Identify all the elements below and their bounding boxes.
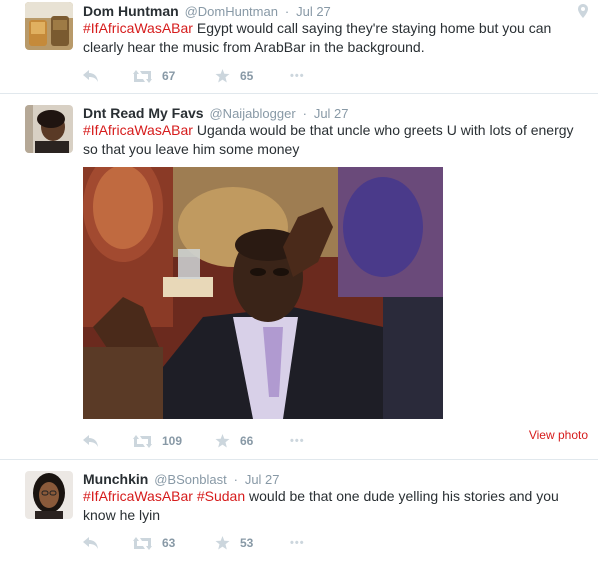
tweet-photo[interactable]	[83, 167, 443, 419]
username[interactable]: @BSonblast	[154, 472, 226, 487]
more-button[interactable]: •••	[290, 70, 305, 82]
reply-icon	[83, 435, 99, 447]
favorite-icon	[215, 536, 230, 550]
retweet-icon	[133, 536, 152, 550]
fullname[interactable]: Dom Huntman	[83, 3, 179, 19]
favorite-button[interactable]: 65	[215, 69, 253, 83]
reply-icon	[83, 537, 99, 549]
favorite-count: 53	[240, 536, 254, 550]
hashtag-link[interactable]: #IfAfricaWasABar	[83, 488, 193, 504]
more-button[interactable]: •••	[290, 435, 305, 447]
retweet-button[interactable]: 63	[133, 536, 175, 550]
timestamp[interactable]: Jul 27	[245, 472, 280, 487]
tweet[interactable]: Munchkin @BSonblast · Jul 27 #IfAfricaWa…	[0, 460, 598, 562]
fullname[interactable]: Munchkin	[83, 471, 148, 487]
timestamp[interactable]: Jul 27	[296, 4, 331, 19]
username[interactable]: @Naijablogger	[209, 106, 295, 121]
avatar[interactable]	[25, 471, 73, 519]
retweet-count: 109	[162, 434, 183, 448]
retweet-button[interactable]: 67	[133, 69, 175, 83]
reply-button[interactable]	[83, 537, 99, 549]
retweet-button[interactable]: 109	[133, 434, 182, 448]
more-icon: •••	[290, 435, 305, 447]
more-icon: •••	[290, 537, 305, 549]
reply-button[interactable]	[83, 70, 99, 82]
hashtag-link[interactable]: #IfAfricaWasABar	[83, 20, 193, 36]
tweet-text: #IfAfricaWasABar Egypt would call saying…	[83, 19, 583, 57]
retweet-icon	[133, 434, 152, 448]
retweet-count: 63	[162, 536, 176, 550]
favorite-button[interactable]: 53	[215, 536, 253, 550]
fullname[interactable]: Dnt Read My Favs	[83, 105, 204, 121]
more-button[interactable]: •••	[290, 537, 305, 549]
avatar[interactable]	[25, 105, 73, 153]
tweet-text: #IfAfricaWasABar #Sudan would be that on…	[83, 487, 583, 525]
username[interactable]: @DomHuntman	[185, 4, 278, 19]
hashtag-link[interactable]: #IfAfricaWasABar	[83, 122, 193, 138]
favorite-icon	[215, 69, 230, 83]
retweet-count: 67	[162, 69, 176, 83]
separator: ·	[284, 4, 290, 19]
tweet[interactable]: Dnt Read My Favs @Naijablogger · Jul 27 …	[0, 94, 598, 460]
more-icon: •••	[290, 70, 305, 82]
favorite-count: 65	[240, 69, 254, 83]
timestamp[interactable]: Jul 27	[314, 106, 349, 121]
avatar[interactable]	[25, 2, 73, 50]
retweet-icon	[133, 69, 152, 83]
hashtag-link-sudan[interactable]: #Sudan	[197, 488, 245, 504]
tweet[interactable]: Dom Huntman @DomHuntman · Jul 27 #IfAfri…	[0, 0, 598, 94]
reply-icon	[83, 70, 99, 82]
favorite-icon	[215, 434, 230, 448]
reply-button[interactable]	[83, 435, 99, 447]
separator: ·	[233, 472, 238, 487]
favorite-count: 66	[240, 434, 254, 448]
view-photo-link[interactable]: View photo	[529, 428, 588, 442]
tweet-text: #IfAfricaWasABar Uganda would be that un…	[83, 121, 583, 159]
separator: ·	[302, 106, 307, 121]
favorite-button[interactable]: 66	[215, 434, 253, 448]
